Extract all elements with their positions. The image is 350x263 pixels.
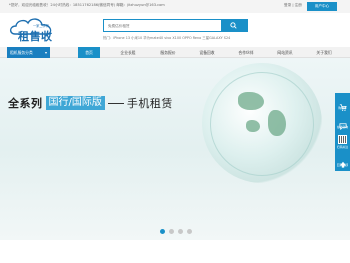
category-menu-button[interactable]: 租机服务分类 ▾	[7, 47, 50, 58]
nav-item-news[interactable]: 网站资讯	[270, 47, 300, 58]
globe-land	[246, 120, 260, 132]
slider-dot[interactable]	[169, 229, 174, 234]
category-menu-label: 租机服务分类	[10, 50, 33, 55]
site-logo[interactable]: 一家二手机 租售收	[7, 16, 59, 44]
sidebar-chat-label: 在线咨询	[336, 125, 349, 129]
banner-headline: 全系列 国行/国际版 手机租赁	[8, 96, 173, 110]
nav-item-about[interactable]: 关于我们	[309, 47, 339, 58]
sidebar-qr-label: 扫码关注	[336, 145, 349, 149]
nav-item-partners[interactable]: 合作伙伴	[231, 47, 261, 58]
sidebar-top-label: 回到顶部	[336, 163, 349, 167]
banner-text-right: 手机租赁	[126, 97, 173, 110]
slider-dot[interactable]	[178, 229, 183, 234]
login-register-link[interactable]: 登录 | 注册	[284, 3, 302, 8]
nav-item-home[interactable]: 首页	[78, 47, 100, 58]
banner-highlight-box: 国行/国际版	[45, 96, 105, 110]
nav-item-enterprise-lease[interactable]: 企业长租	[113, 47, 143, 58]
sidebar-cart[interactable]: 购物车	[335, 96, 350, 114]
nav-item-device-recycle[interactable]: 设备回收	[192, 47, 222, 58]
top-bar: *您好，欢迎光临租售收！24小时热线：18511762186(微信同号) 邮箱：…	[0, 0, 350, 13]
globe-land	[268, 110, 286, 136]
globe-ring	[210, 72, 314, 176]
welcome-contact-text: *您好，欢迎光临租售收！24小时热线：18511762186(微信同号) 邮箱：…	[9, 3, 165, 7]
qr-code-icon	[338, 135, 347, 144]
chevron-down-icon: ▾	[44, 50, 47, 55]
sidebar-top[interactable]: 回到顶部	[335, 153, 350, 171]
hot-search-words[interactable]: 热门：iPhone 13 小米10 华为mate40 vivo X100 OPP…	[103, 35, 230, 40]
logo-text: 租售收	[18, 30, 53, 43]
nav-item-service-quote[interactable]: 服务报价	[153, 47, 183, 58]
sidebar-cart-label: 购物车	[338, 106, 347, 110]
user-center-button[interactable]: 用户中心	[307, 2, 337, 11]
search-input[interactable]	[104, 20, 222, 31]
slider-pagination	[160, 229, 192, 234]
sidebar-chat[interactable]: 在线咨询	[335, 115, 350, 133]
globe-land	[238, 92, 264, 110]
hero-banner[interactable]: 全系列 国行/国际版 手机租赁	[0, 58, 350, 240]
banner-text-left: 全系列	[8, 97, 43, 110]
search-button[interactable]	[221, 20, 247, 31]
slider-dot[interactable]	[187, 229, 192, 234]
main-nav: 租机服务分类 ▾ 首页 企业长租 服务报价 设备回收 合作伙伴 网站资讯 关于我…	[0, 47, 350, 58]
slider-dot[interactable]	[160, 229, 165, 234]
sidebar-qr[interactable]: 扫码关注	[335, 134, 350, 152]
search-icon	[230, 22, 237, 29]
floating-sidebar: 购物车 在线咨询 扫码关注 回到顶部	[335, 93, 350, 171]
search-box	[103, 19, 248, 32]
banner-dash	[107, 102, 124, 104]
